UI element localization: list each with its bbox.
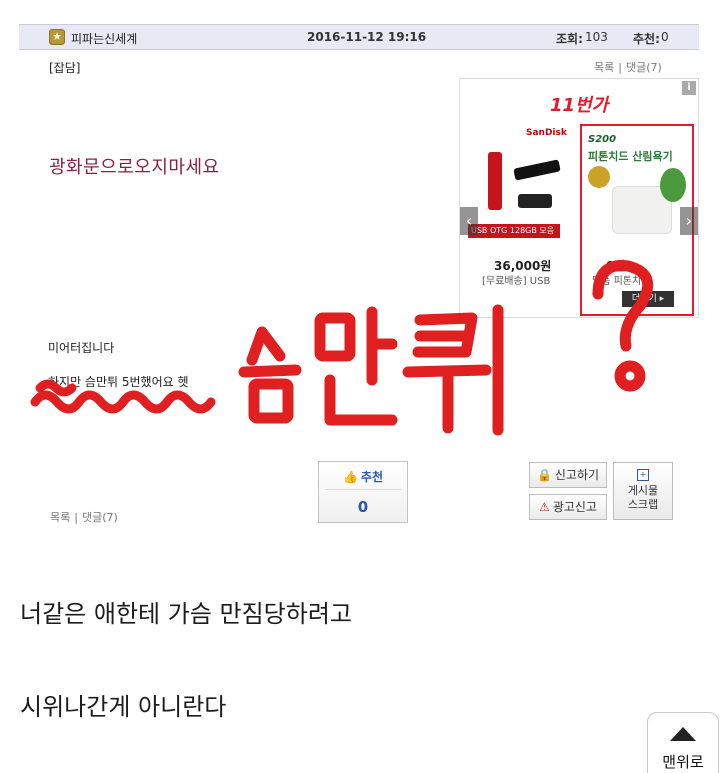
recommend-count: 0 — [661, 30, 669, 44]
arrow-up-icon — [670, 727, 696, 741]
product-title: 피톤치드 산림욕기 — [588, 150, 673, 163]
list-link[interactable]: 목록 — [594, 61, 614, 74]
post-date: 2016-11-12 19:16 — [307, 30, 427, 44]
product-brand: S200 — [588, 134, 617, 145]
author-name[interactable]: 피파는신세계 — [71, 30, 137, 47]
chevron-right-icon[interactable]: › — [680, 207, 698, 235]
usb-drive-image — [518, 194, 552, 208]
caption-line: 시위나간게 아니란다 — [20, 693, 227, 721]
post-title: 광화문으로오지마세요 — [49, 157, 220, 178]
product-desc: [무료배송] USB — [482, 276, 551, 287]
usb-drive-image — [513, 159, 561, 181]
plant-image — [660, 168, 686, 202]
post-category: [잡담] — [49, 61, 81, 75]
comments-link[interactable]: 댓글(7) — [626, 61, 662, 74]
award-medal-image — [588, 166, 610, 188]
scrap-label-line1: 게시물 — [627, 484, 659, 497]
ad-logo[interactable]: 11번가 — [550, 91, 608, 117]
link-separator: | — [74, 511, 78, 524]
comments-link[interactable]: 댓글(7) — [82, 511, 118, 524]
report-button[interactable]: 🔒 신고하기 — [529, 462, 607, 488]
scroll-top-label: 맨위로 — [662, 753, 704, 771]
scrap-button[interactable]: + 게시물 스크랩 — [613, 462, 673, 520]
caption-line: 너같은 애한테 가슴 만짐당하려고 — [20, 600, 353, 628]
ad-product-2[interactable]: S200 피톤치드 산림욕기 — [580, 124, 694, 316]
thumbs-up-icon: 👍 — [342, 470, 358, 484]
list-links-bottom: 목록 | 댓글(7) — [50, 509, 118, 525]
ad-more-button[interactable]: 더보기 ▸ — [622, 291, 674, 307]
usb-drive-image — [488, 152, 502, 210]
lock-icon: 🔒 — [536, 468, 552, 482]
ad-product-1[interactable]: SanDisk USB OTG 128GB 모음 — [466, 124, 578, 254]
recommend-head: 👍 추천 — [319, 468, 407, 485]
recommend-label: 추천 — [360, 470, 384, 484]
post-body-line: 하지만 슴만튀 5번했어요 헷 — [48, 375, 189, 389]
views-label: 조회: — [556, 32, 583, 46]
scrap-label-line2: 스크랩 — [627, 498, 659, 511]
scroll-to-top-button[interactable]: 맨위로 — [647, 712, 719, 773]
ad-banner[interactable]: i 11번가 SanDisk USB OTG 128GB 모음 S200 피톤치… — [459, 78, 699, 318]
chevron-left-icon[interactable]: ‹ — [460, 207, 478, 235]
scrap-icon: + — [637, 469, 649, 481]
squiggle-underline — [30, 390, 216, 414]
list-link[interactable]: 목록 — [50, 511, 70, 524]
ad-info-icon[interactable]: i — [682, 81, 696, 95]
product-label: USB OTG 128GB 모음 — [468, 224, 560, 238]
product-brand: SanDisk — [526, 128, 567, 138]
list-links-top: 목록 | 댓글(7) — [594, 59, 662, 75]
link-separator: | — [618, 61, 622, 74]
divider — [325, 489, 401, 490]
report-label: 신고하기 — [554, 468, 600, 482]
ad-report-label: 광고신고 — [552, 500, 597, 514]
warning-icon: ⚠ — [539, 500, 550, 514]
post-header: ★ 피파는신세계 2016-11-12 19:16 조회: 103 추천: 0 — [19, 24, 699, 50]
recommend-label: 추천: — [633, 32, 660, 46]
post-body-line: 미어터집니다 — [48, 341, 115, 355]
recommend-count: 0 — [357, 498, 369, 516]
ad-report-button[interactable]: ⚠ 광고신고 — [529, 494, 607, 520]
views-count: 103 — [585, 30, 608, 44]
product-desc: 명품 피톤치 — [592, 276, 642, 287]
star-badge-icon: ★ — [49, 29, 65, 45]
recommend-button[interactable]: 👍 추천 0 — [318, 461, 408, 523]
